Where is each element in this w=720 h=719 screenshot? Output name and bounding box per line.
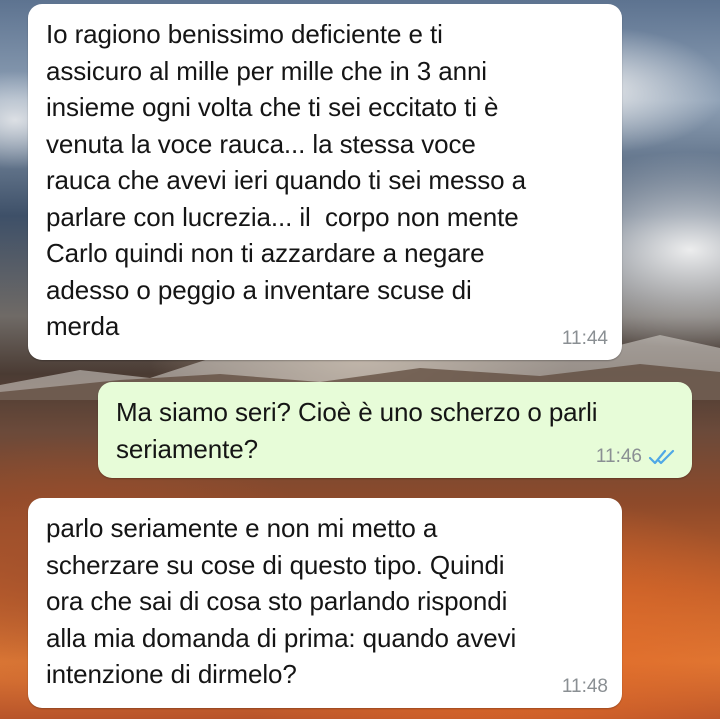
- message-text: parlo seriamente e non mi metto a scherz…: [46, 513, 517, 689]
- message-text: Ma siamo seri? Cioè è uno scherzo o parl…: [116, 397, 598, 464]
- message-meta: 11:48: [562, 676, 608, 698]
- message-bubble-incoming[interactable]: Io ragiono benissimo deficiente e ti ass…: [28, 4, 622, 360]
- message-timestamp: 11:44: [561, 328, 608, 349]
- message-text: Io ragiono benissimo deficiente e ti ass…: [46, 19, 526, 341]
- message-timestamp: 11:48: [561, 676, 608, 697]
- message-meta: 11:46: [596, 446, 678, 468]
- message-timestamp: 11:46: [595, 446, 642, 467]
- read-double-check-icon: [648, 449, 675, 465]
- message-bubble-incoming[interactable]: parlo seriamente e non mi metto a scherz…: [28, 498, 622, 708]
- message-meta: 11:44: [562, 328, 608, 350]
- message-bubble-outgoing[interactable]: Ma siamo seri? Cioè è uno scherzo o parl…: [98, 382, 692, 478]
